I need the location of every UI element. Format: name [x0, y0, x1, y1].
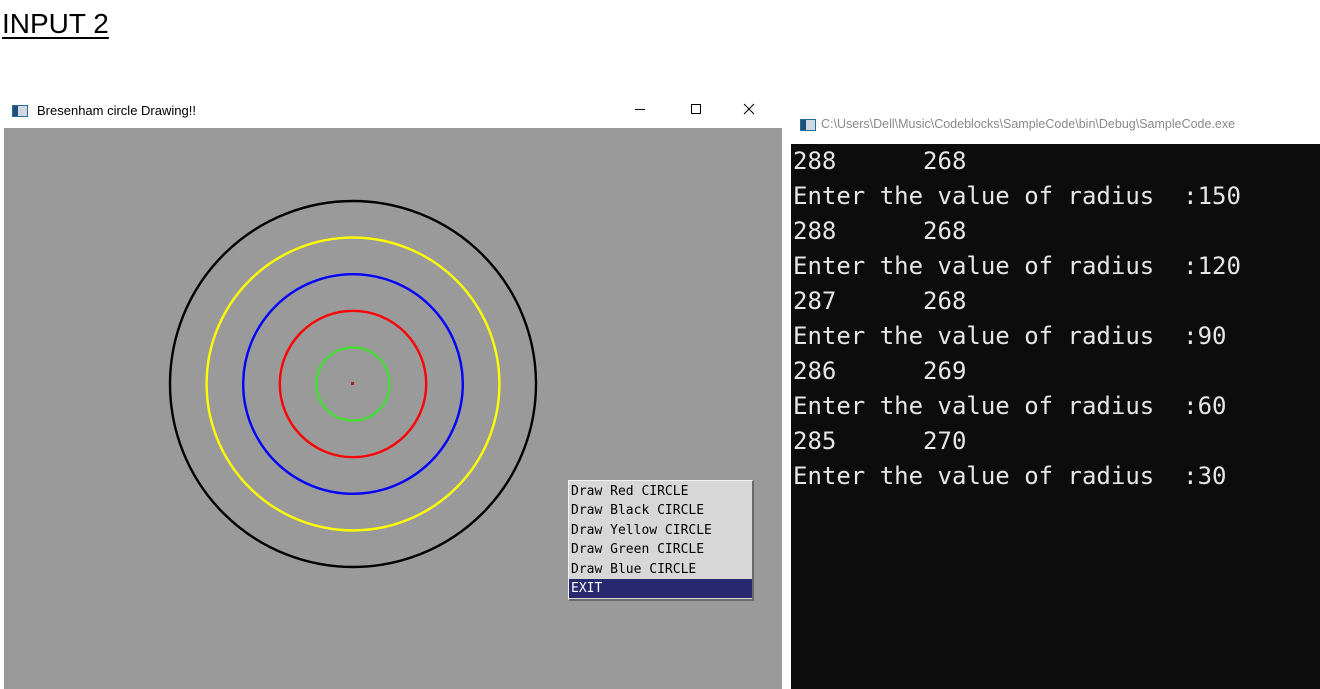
minimize-button[interactable]	[617, 94, 663, 124]
console-line: 285 270	[793, 427, 967, 455]
menu-item-draw-blue-circle[interactable]: Draw Blue CIRCLE	[569, 560, 752, 579]
menu-item-draw-black-circle[interactable]: Draw Black CIRCLE	[569, 501, 752, 520]
console-line: Enter the value of radius :60	[793, 392, 1227, 420]
menu-item-exit[interactable]: EXIT	[569, 578, 752, 599]
maximize-button[interactable]	[673, 94, 719, 124]
console-output[interactable]: 288 268 Enter the value of radius :150 288…	[791, 144, 1320, 689]
console-line: 288 268	[793, 217, 967, 245]
context-menu: Draw Red CIRCLE Draw Black CIRCLE Draw Yel…	[568, 480, 754, 602]
console-line: 286 269	[793, 357, 967, 385]
document-heading: INPUT 2	[2, 8, 109, 39]
gl-window-title: Bresenham circle Drawing!!	[37, 103, 196, 118]
gl-titlebar[interactable]: Bresenham circle Drawing!!	[4, 94, 782, 128]
console-app-icon	[800, 119, 816, 131]
gl-window: Bresenham circle Drawing!! Draw Red CIRC…	[4, 94, 782, 689]
drawing-canvas[interactable]: Draw Red CIRCLE Draw Black CIRCLE Draw Yel…	[4, 128, 782, 689]
close-button[interactable]	[726, 94, 772, 124]
console-window-title: C:\Users\Dell\Music\Codeblocks\SampleCod…	[821, 117, 1236, 131]
console-line: 287 268	[793, 287, 967, 315]
console-line: Enter the value of radius :90	[793, 322, 1227, 350]
console-line: Enter the value of radius :30	[793, 462, 1227, 490]
center-point	[351, 382, 354, 385]
app-icon	[12, 105, 28, 117]
console-line: Enter the value of radius :150	[793, 182, 1241, 210]
close-icon	[743, 103, 755, 115]
console-window: C:\Users\Dell\Music\Codeblocks\SampleCod…	[789, 103, 1320, 689]
menu-item-draw-red-circle[interactable]: Draw Red CIRCLE	[569, 482, 752, 501]
minimize-icon	[635, 109, 645, 110]
console-line: Enter the value of radius :120	[793, 252, 1241, 280]
maximize-icon	[691, 104, 701, 114]
console-titlebar[interactable]: C:\Users\Dell\Music\Codeblocks\SampleCod…	[789, 103, 1320, 144]
menu-item-draw-green-circle[interactable]: Draw Green CIRCLE	[569, 540, 752, 559]
console-line: 288 268	[793, 147, 967, 175]
circles-drawing	[168, 199, 538, 569]
menu-item-draw-yellow-circle[interactable]: Draw Yellow CIRCLE	[569, 521, 752, 540]
